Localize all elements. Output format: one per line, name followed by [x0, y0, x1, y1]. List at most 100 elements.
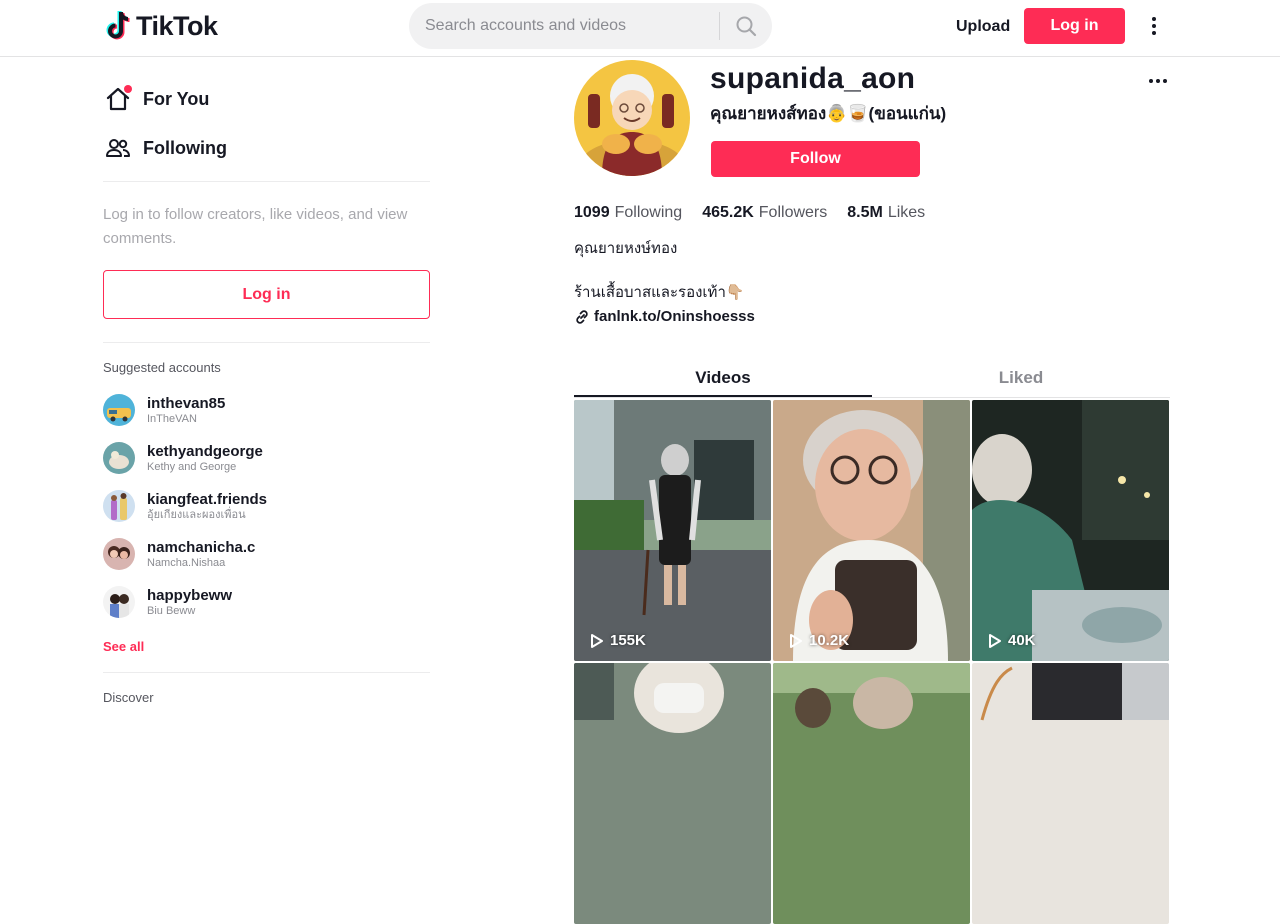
- view-count: 10.2K: [789, 632, 849, 649]
- stat-label: Following: [614, 204, 683, 221]
- stat-value: 8.5M: [847, 204, 883, 221]
- suggested-account[interactable]: happybeww Biu Beww: [103, 582, 232, 622]
- video-thumbnail: [574, 400, 771, 661]
- profile-display-name: คุณยายหงส์ทอง👵🥃(ขอนแก่น): [710, 104, 947, 123]
- tab-indicator: [574, 395, 872, 397]
- suggested-account[interactable]: kethyandgeorge Kethy and George: [103, 438, 263, 478]
- account-text: kiangfeat.friends อุ้ยเกียงและผองเพื่อน: [147, 491, 267, 522]
- video-thumbnail: [972, 400, 1169, 661]
- tab-liked[interactable]: Liked: [872, 358, 1170, 398]
- search-bar: [409, 3, 772, 49]
- profile-more-button[interactable]: [1146, 76, 1170, 86]
- account-name: อุ้ยเกียงและผองเพื่อน: [147, 508, 246, 521]
- avatar: [103, 538, 135, 570]
- follow-button[interactable]: Follow: [711, 141, 920, 177]
- notification-dot: [124, 85, 132, 93]
- video-thumbnail: [574, 663, 771, 924]
- bio-link-text: fanlnk.to/Oninshoesss: [594, 308, 755, 325]
- bio-link[interactable]: fanlnk.to/Oninshoesss: [574, 308, 755, 325]
- account-name: InTheVAN: [147, 412, 197, 425]
- video-thumbnail: [972, 663, 1169, 924]
- more-dot-icon: [1152, 31, 1156, 35]
- more-dot-icon: [1152, 24, 1156, 28]
- account-name: Biu Beww: [147, 604, 196, 617]
- account-username: kiangfeat.friends: [147, 490, 268, 508]
- play-icon: [989, 633, 1001, 648]
- nav-for-you[interactable]: For You: [103, 79, 209, 119]
- view-count-text: 10.2K: [809, 632, 850, 649]
- video-card[interactable]: [773, 663, 970, 924]
- search-input[interactable]: [409, 3, 719, 49]
- more-dot-icon: [1152, 17, 1156, 21]
- profile-username: supanida_aon: [710, 62, 916, 95]
- sidebar-login-button[interactable]: Log in: [103, 270, 430, 319]
- video-card[interactable]: [972, 663, 1169, 924]
- sidebar-divider: [103, 181, 430, 182]
- view-count-text: 155K: [610, 632, 646, 649]
- search-button[interactable]: [720, 3, 772, 49]
- account-name: Kethy and George: [147, 460, 237, 473]
- stat-following[interactable]: 1099 Following: [574, 204, 682, 222]
- more-dot-icon: [1156, 79, 1160, 83]
- account-name: Namcha.Nishaa: [147, 556, 226, 569]
- video-thumbnail: [773, 400, 970, 661]
- play-icon: [591, 633, 603, 648]
- video-card[interactable]: 10.2K: [773, 400, 970, 661]
- suggested-account[interactable]: namchanicha.c Namcha.Nishaa: [103, 534, 255, 574]
- stat-label: Followers: [758, 204, 828, 221]
- suggested-account[interactable]: inthevan85 InTheVAN: [103, 390, 225, 430]
- tab-videos[interactable]: Videos: [574, 358, 872, 398]
- sidebar-divider: [103, 342, 430, 343]
- view-count-text: 40K: [1008, 632, 1036, 649]
- video-card[interactable]: 155K: [574, 400, 771, 661]
- account-username: happybeww: [147, 586, 233, 604]
- search-icon: [736, 16, 757, 37]
- account-username: namchanicha.c: [147, 538, 256, 556]
- video-card[interactable]: 40K: [972, 400, 1169, 661]
- people-icon: [103, 133, 133, 163]
- sidebar-divider: [103, 672, 430, 673]
- login-hint-text: Log in to follow creators, like videos, …: [103, 206, 408, 247]
- account-username: kethyandgeorge: [147, 442, 263, 460]
- nav-label: Following: [143, 137, 227, 158]
- stat-value: 1099: [574, 204, 610, 221]
- tiktok-logo[interactable]: TikTok: [106, 10, 218, 42]
- suggested-account[interactable]: kiangfeat.friends อุ้ยเกียงและผองเพื่อน: [103, 486, 267, 526]
- upload-button[interactable]: Upload: [948, 13, 1018, 41]
- profile-tabs: Videos Liked: [574, 358, 1170, 398]
- account-text: happybeww Biu Beww: [147, 587, 232, 618]
- view-count: 155K: [590, 632, 646, 649]
- bio-text: ร้านเสื้อบาสและรองเท้า👇🏼: [574, 284, 745, 301]
- link-icon: [576, 309, 588, 324]
- home-icon: [103, 84, 133, 114]
- nav-label: For You: [143, 88, 210, 109]
- profile-avatar: [574, 60, 690, 176]
- stat-followers[interactable]: 465.2K Followers: [702, 204, 827, 222]
- profile-stats: 1099 Following 465.2K Followers 8.5M Likes: [574, 204, 925, 222]
- avatar: [103, 490, 135, 522]
- more-menu-button[interactable]: [1144, 12, 1164, 40]
- tiktok-note-icon: [106, 10, 130, 40]
- see-all-link[interactable]: See all: [103, 639, 144, 654]
- account-text: inthevan85 InTheVAN: [147, 395, 225, 426]
- suggested-accounts-title: Suggested accounts: [103, 360, 221, 375]
- bio-name: คุณยายหงษ์ทอง: [574, 240, 678, 257]
- nav-following[interactable]: Following: [103, 128, 227, 168]
- avatar: [103, 394, 135, 426]
- play-icon: [790, 633, 802, 648]
- top-header: TikTok Upload Log in: [0, 0, 1280, 57]
- avatar: [103, 442, 135, 474]
- brand-name: TikTok: [136, 10, 218, 41]
- stat-likes: 8.5M Likes: [847, 204, 925, 222]
- sidebar: For You Following Log in to follow creat…: [103, 57, 430, 720]
- view-count: 40K: [988, 632, 1036, 649]
- video-card[interactable]: [574, 663, 771, 924]
- more-dot-icon: [1149, 79, 1153, 83]
- more-dot-icon: [1163, 79, 1167, 83]
- stat-value: 465.2K: [702, 204, 754, 221]
- account-text: namchanicha.c Namcha.Nishaa: [147, 539, 255, 570]
- account-username: inthevan85: [147, 394, 226, 412]
- stat-label: Likes: [887, 204, 926, 221]
- discover-title: Discover: [103, 690, 154, 705]
- login-button[interactable]: Log in: [1024, 8, 1125, 44]
